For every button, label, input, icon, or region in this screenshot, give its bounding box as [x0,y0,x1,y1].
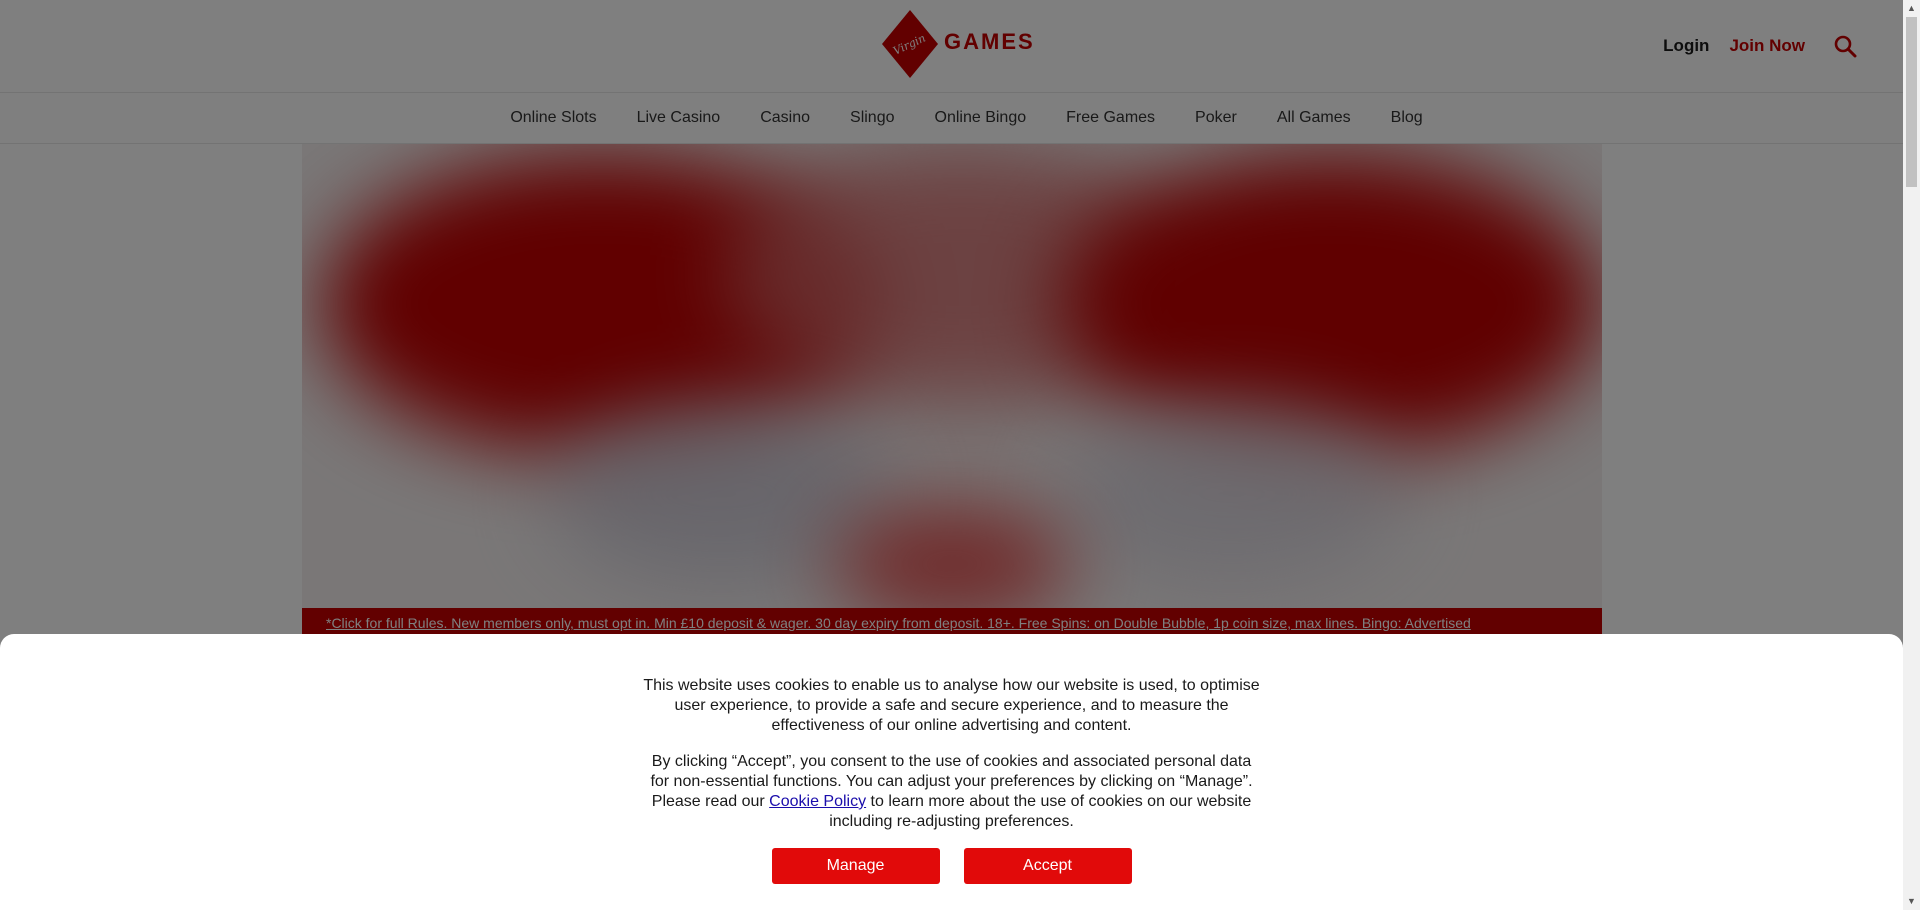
cookie-policy-link[interactable]: Cookie Policy [769,793,866,810]
accept-button[interactable]: Accept [963,848,1132,884]
scrollbar-thumb[interactable] [1906,17,1917,187]
cookie-consent-banner: This website uses cookies to enable us t… [0,634,1903,910]
page-scrollbar[interactable]: ▲ ▼ [1903,0,1920,910]
manage-button[interactable]: Manage [771,848,940,884]
cookie-buttons: Manage Accept [642,848,1262,884]
cookie-text-2: By clicking “Accept”, you consent to the… [642,752,1262,832]
cookie-text-1: This website uses cookies to enable us t… [643,677,1260,734]
scroll-up-arrow-icon[interactable]: ▲ [1903,0,1920,17]
cookie-text-2-after: to learn more about the use of cookies o… [829,793,1252,830]
scroll-down-arrow-icon[interactable]: ▼ [1903,893,1920,910]
